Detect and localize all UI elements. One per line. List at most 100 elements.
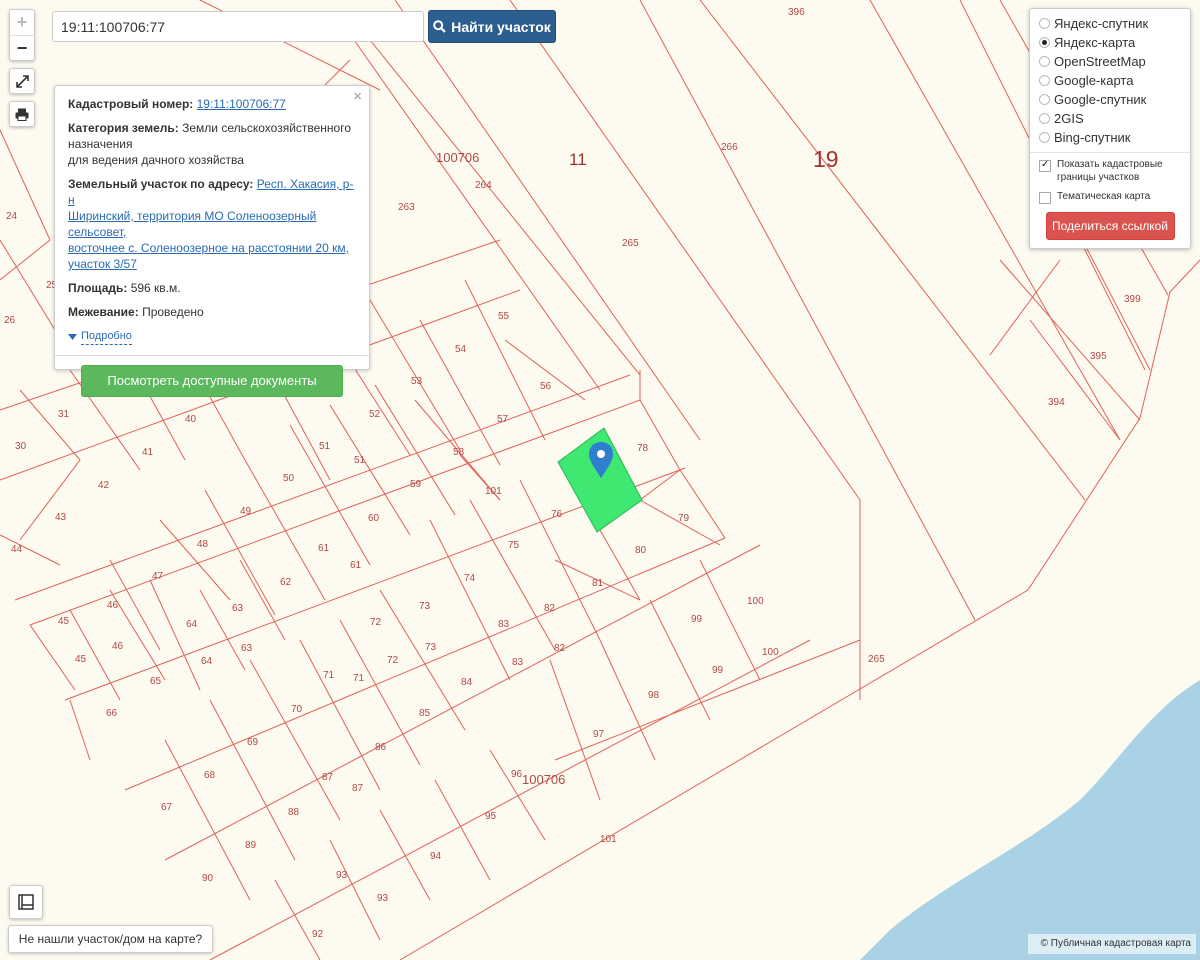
parcel-number: 85 [419,708,431,719]
parcel-number: 395 [1090,351,1107,362]
not-found-button[interactable]: Не нашли участок/дом на карте? [8,925,213,953]
divider [1030,152,1190,153]
category-row: Категория земель: Земли сельскохозяйстве… [68,120,356,168]
search-input[interactable] [52,11,424,42]
view-documents-button[interactable]: Посмотреть доступные документы [81,365,343,397]
block-label: 100706 [522,772,565,787]
layer-option[interactable]: Яндекс-карта [1039,33,1181,52]
radio-button[interactable] [1039,75,1050,86]
search-button[interactable]: Найти участок [428,10,556,43]
checkbox[interactable] [1039,192,1051,204]
parcel-number: 90 [202,873,214,884]
checkbox[interactable] [1039,158,1051,172]
print-button[interactable] [9,101,35,127]
parcel-number: 44 [11,544,23,555]
show-borders-text: границы участков [1057,172,1140,183]
parcel-number: 61 [350,560,362,571]
parcel-number: 70 [291,704,303,715]
parcel-number: 46 [107,600,119,611]
parcel-number: 100 [762,647,779,658]
thematic-map-option[interactable]: Тематическая карта [1039,190,1181,204]
parcel-number: 63 [241,643,253,654]
layer-option-label: Яндекс-карта [1054,35,1136,50]
parcel-number: 97 [593,729,605,740]
layer-option[interactable]: Bing-спутник [1039,128,1181,147]
parcel-number: 63 [232,603,244,614]
parcel-number: 94 [430,851,442,862]
radio-button[interactable] [1039,56,1050,67]
parcel-number: 101 [485,486,502,497]
parcel-number: 41 [142,447,154,458]
parcel-number: 54 [455,344,467,355]
parcel-number: 78 [637,443,649,454]
layer-option-label: Яндекс-спутник [1054,16,1149,31]
parcel-number: 266 [721,142,738,153]
parcel-number: 50 [283,473,295,484]
parcel-number: 79 [678,513,690,524]
radio-button[interactable] [1039,37,1050,48]
layer-option[interactable]: OpenStreetMap [1039,52,1181,71]
cadastral-link[interactable]: 19:11:100706:77 [197,97,286,111]
legend-button[interactable] [9,885,43,919]
address-label: Земельный участок по адресу: [68,177,254,191]
area-value: 596 кв.м. [130,281,181,295]
parcel-number: 47 [152,571,164,582]
legend-icon [18,894,34,910]
parcel-number: 40 [185,414,197,425]
parcel-number: 24 [6,211,18,222]
layer-option[interactable]: 2GIS [1039,109,1181,128]
parcel-number: 81 [592,578,604,589]
show-borders-option[interactable]: Показать кадастровые границы участков [1039,158,1181,184]
share-link-button[interactable]: Поделиться ссылкой [1045,212,1175,240]
survey-value: Проведено [142,305,204,319]
parcel-number: 67 [161,802,173,813]
parcel-number: 66 [106,708,118,719]
layer-option[interactable]: Google-карта [1039,71,1181,90]
radio-button[interactable] [1039,113,1050,124]
parcel-number: 265 [868,654,885,665]
layer-option[interactable]: Google-спутник [1039,90,1181,109]
printer-icon [15,108,29,121]
parcel-number: 399 [1124,294,1141,305]
radio-button[interactable] [1039,18,1050,29]
layer-option[interactable]: Яндекс-спутник [1039,14,1181,33]
category-label: Категория земель: [68,121,179,135]
close-icon[interactable]: × [353,89,362,105]
search-button-label: Найти участок [451,18,551,35]
parcel-number: 52 [369,409,381,420]
address-link[interactable]: Ширинский, территория МО Соленоозерный с… [68,209,316,239]
cadastral-row: Кадастровый номер: 19:11:100706:77 [68,96,356,112]
parcel-number: 87 [322,772,334,783]
survey-row: Межевание: Проведено [68,304,356,320]
zoom-out-button[interactable]: − [10,36,34,61]
parcel-number: 59 [410,479,422,490]
radio-button[interactable] [1039,94,1050,105]
area-label: Площадь: [68,281,128,295]
survey-label: Межевание: [68,305,139,319]
category-value: для ведения дачного хозяйства [68,153,244,167]
address-link[interactable]: участок 3/57 [68,257,137,271]
parcel-number: 74 [464,573,476,584]
parcel-number: 45 [58,616,70,627]
layer-option-label: Bing-спутник [1054,130,1131,145]
parcel-number: 99 [691,614,703,625]
divider [55,355,369,356]
area-row: Площадь: 596 кв.м. [68,280,356,296]
zoom-in-button[interactable]: + [10,10,34,36]
address-link[interactable]: восточнее с. Соленоозерное на расстоянии… [68,241,349,255]
parcel-number: 396 [788,7,805,18]
fullscreen-button[interactable] [9,68,35,94]
radio-button[interactable] [1039,132,1050,143]
parcel-number: 265 [622,238,639,249]
parcel-number: 264 [475,180,492,191]
parcel-number: 53 [411,376,423,387]
parcel-number: 82 [554,643,566,654]
parcel-number: 71 [323,670,335,681]
parcel-number: 61 [318,543,330,554]
quarter-label: 11 [569,150,587,169]
parcel-number: 99 [712,665,724,676]
more-details-toggle[interactable]: Подробно [68,328,356,345]
parcel-number: 49 [240,506,252,517]
parcel-number: 69 [247,737,259,748]
parcel-number: 100 [747,596,764,607]
